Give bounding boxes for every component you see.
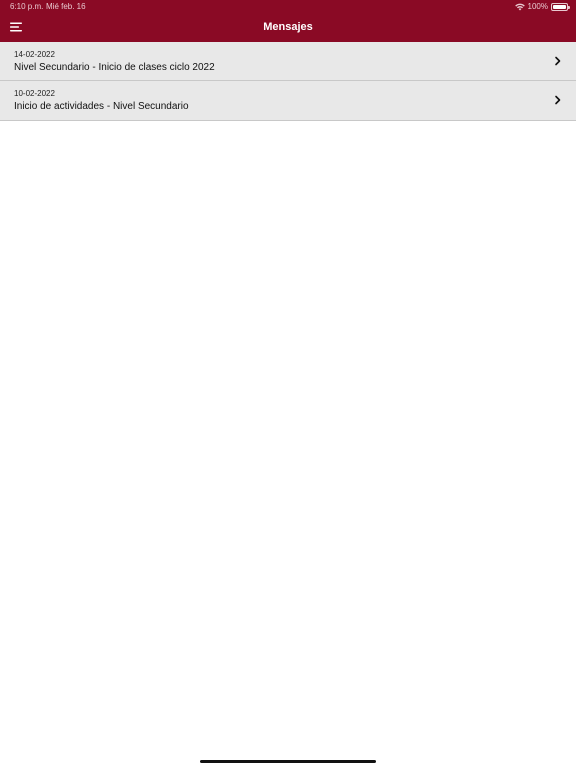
menu-button[interactable] [8,19,24,35]
message-date: 14-02-2022 [14,50,55,59]
navigation-bar: Mensajes [0,13,576,42]
hamburger-menu-icon[interactable] [8,19,24,35]
status-time: 6:10 p.m. [10,2,44,11]
status-indicators: 100% [514,0,570,13]
message-item[interactable]: 14-02-2022 Nivel Secundario - Inicio de … [0,42,576,81]
message-title: Inicio de actividades - Nivel Secundario [14,101,189,112]
app-screen: 6:10 p.m. Mié feb. 16 100% Mensajes 14-0… [0,0,576,768]
status-bar: 6:10 p.m. Mié feb. 16 100% [0,0,576,13]
message-date: 10-02-2022 [14,89,55,98]
app-header: 6:10 p.m. Mié feb. 16 100% Mensajes [0,0,576,42]
page-title: Mensajes [263,21,313,33]
message-item[interactable]: 10-02-2022 Inicio de actividades - Nivel… [0,81,576,121]
message-title: Nivel Secundario - Inicio de clases cicl… [14,62,215,73]
message-list: 14-02-2022 Nivel Secundario - Inicio de … [0,42,576,121]
status-date: Mié feb. 16 [46,2,86,11]
chevron-right-icon[interactable] [554,95,562,105]
wifi-icon [514,3,525,11]
home-indicator[interactable] [200,760,376,763]
battery-percentage: 100% [527,2,548,11]
battery-icon [551,2,570,11]
chevron-right-icon[interactable] [554,56,562,66]
